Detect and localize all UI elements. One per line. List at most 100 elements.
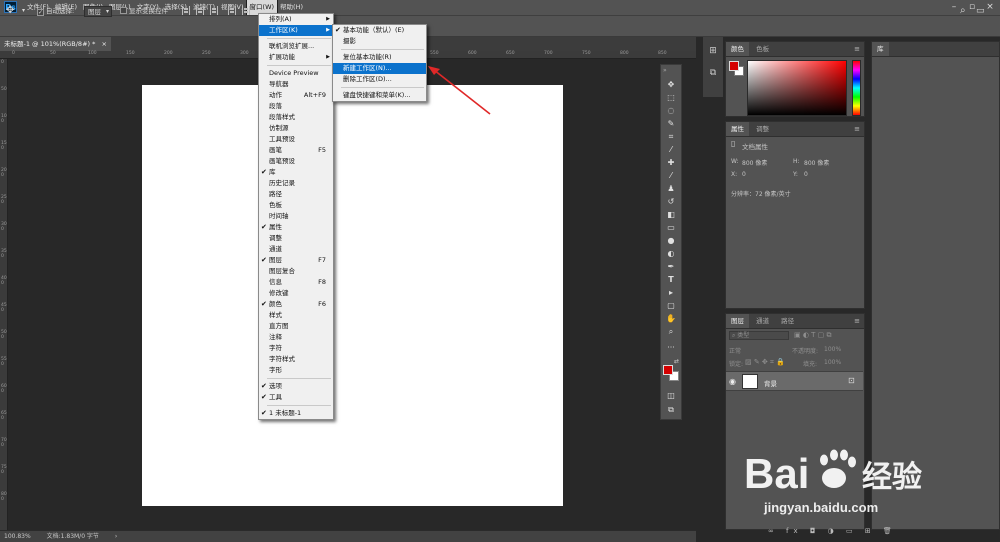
prop-w-value[interactable]: 800 像素 <box>742 158 767 167</box>
zoom-level[interactable]: 100.83% <box>4 533 31 540</box>
tab-swatches[interactable]: 色板 <box>751 42 774 56</box>
dropdown-menu-item[interactable]: 调整 <box>259 233 333 244</box>
dropdown-menu-item[interactable]: 仿制源 <box>259 123 333 134</box>
align-left-icon[interactable] <box>228 6 236 15</box>
prop-x-value[interactable]: 0 <box>742 171 746 178</box>
dropdown-menu-item[interactable]: 复位基本功能(R) <box>333 52 426 63</box>
dropdown-menu-item[interactable]: 扩展功能 ▶ <box>259 52 333 63</box>
hand-tool-icon[interactable]: ✋ <box>664 313 678 324</box>
quick-select-tool-icon[interactable]: ✎ <box>664 118 678 129</box>
crop-tool-icon[interactable]: ⌗ <box>664 131 678 142</box>
dropdown-menu-item[interactable]: 路径 <box>259 189 333 200</box>
panel-menu-icon[interactable]: ≡ <box>854 122 860 136</box>
dropdown-menu-item[interactable]: 段落 <box>259 101 333 112</box>
fill-value[interactable]: 100% <box>824 359 841 366</box>
opacity-value[interactable]: 100% <box>824 346 841 353</box>
dropdown-menu-item[interactable]: ✔ 选项 <box>259 381 333 392</box>
dropdown-menu-item[interactable]: 键盘快捷键和菜单(K)... <box>333 90 426 101</box>
align-bottom-icon[interactable] <box>210 6 218 15</box>
dropdown-menu-item[interactable]: 工作区(K) ▶ <box>259 25 333 36</box>
history-brush-tool-icon[interactable]: ↺ <box>664 196 678 207</box>
blur-tool-icon[interactable]: ● <box>664 235 678 246</box>
tab-color[interactable]: 颜色 <box>726 42 749 56</box>
tab-library[interactable]: 库 <box>872 42 889 56</box>
dropdown-menu-item[interactable]: 动作 Alt+F9 <box>259 90 333 101</box>
quick-mask-icon[interactable]: ◫ <box>664 390 678 401</box>
tab-layers[interactable]: 图层 <box>726 314 749 328</box>
dropdown-menu-item[interactable]: ✔ 1 未标题-1 <box>259 408 333 419</box>
layer-row[interactable]: ◉ 背景 ⊡ <box>726 371 863 391</box>
clone-stamp-tool-icon[interactable]: ♟ <box>664 183 678 194</box>
marquee-tool-icon[interactable]: ⬚ <box>664 92 678 103</box>
dropdown-menu-item[interactable]: 联机浏览扩展... <box>259 41 333 52</box>
dropdown-menu-item[interactable]: 段落样式 <box>259 112 333 123</box>
dropdown-menu-item[interactable]: ✔ 库 <box>259 167 333 178</box>
dropdown-menu-item[interactable]: 直方图 <box>259 321 333 332</box>
move-tool-icon[interactable]: ✥ <box>664 79 678 90</box>
lasso-tool-icon[interactable]: ◌ <box>664 105 678 116</box>
tab-paths[interactable]: 路径 <box>776 314 799 328</box>
type-tool-icon[interactable]: T <box>664 274 678 285</box>
history-panel-icon[interactable]: ⊞ <box>707 45 719 57</box>
document-tab[interactable]: 未标题-1 @ 101%(RGB/8#) * × <box>0 37 111 51</box>
lock-icons[interactable]: ▨ ✎ ✥ ⌗ 🔒 <box>745 358 785 367</box>
tab-adjustments[interactable]: 调整 <box>751 122 774 136</box>
dropdown-menu-item[interactable]: 画笔预设 <box>259 156 333 167</box>
pen-tool-icon[interactable]: ✒ <box>664 261 678 272</box>
dropdown-menu-item[interactable]: 注释 <box>259 332 333 343</box>
blend-mode-dropdown[interactable]: 正常 <box>729 346 741 355</box>
screen-mode-icon[interactable]: ⧉ <box>664 404 678 415</box>
tab-channels[interactable]: 通道 <box>751 314 774 328</box>
dropdown-menu-item[interactable]: 摄影 <box>333 36 426 47</box>
dodge-tool-icon[interactable]: ◐ <box>664 248 678 259</box>
dropdown-menu-item[interactable]: 色板 <box>259 200 333 211</box>
dropdown-menu-item[interactable]: 字符 <box>259 343 333 354</box>
panel-menu-icon[interactable]: ≡ <box>854 42 860 56</box>
color-fg-swatch[interactable] <box>729 61 739 71</box>
dropdown-menu-item[interactable]: 图层复合 <box>259 266 333 277</box>
dropdown-menu-item[interactable]: 历史记录 <box>259 178 333 189</box>
dropdown-menu-item[interactable]: ✔ 图层 F7 <box>259 255 333 266</box>
workspace-switcher-icon[interactable]: ▭ <box>976 0 985 22</box>
show-transform-checkbox[interactable]: 显示变换控件 <box>120 0 168 22</box>
dropdown-menu-item[interactable]: 字符样式 <box>259 354 333 365</box>
move-tool-icon[interactable]: ✥ <box>6 0 14 22</box>
dropdown-menu-item[interactable]: ✔ 工具 <box>259 392 333 403</box>
dropdown-menu-item[interactable]: ✔ 颜色 F6 <box>259 299 333 310</box>
layer-action-icons[interactable]: ∞ fx ◘ ◑ ▭ ⊞ 🗑 <box>768 527 897 535</box>
auto-select-checkbox[interactable]: ✓ 自动选择: <box>37 0 74 22</box>
tab-close-icon[interactable]: × <box>101 40 106 48</box>
layer-filter-icons[interactable]: ▣ ◐ T ▢ ⧉ <box>794 331 832 340</box>
eraser-tool-icon[interactable]: ◧ <box>664 209 678 220</box>
more-tools-icon[interactable]: ··· <box>664 342 678 353</box>
chevron-down-icon[interactable]: ▾ <box>22 0 25 22</box>
tools-collapse-icon[interactable]: » <box>663 67 667 74</box>
panel-menu-icon[interactable]: ≡ <box>854 314 860 328</box>
status-arrow-icon[interactable]: › <box>115 533 117 540</box>
dropdown-menu-item[interactable]: Device Preview <box>259 68 333 79</box>
layer-filter-dropdown[interactable]: ⌕ 类型 <box>729 331 789 340</box>
color-hue-slider[interactable] <box>852 60 861 116</box>
dropdown-menu-item[interactable]: 排列(A) ▶ <box>259 14 333 25</box>
auto-select-dropdown[interactable]: 图层 <box>84 0 112 22</box>
search-icon[interactable]: ⌕ <box>960 0 966 22</box>
dropdown-menu-item[interactable]: 画笔 F5 <box>259 145 333 156</box>
brush-tool-icon[interactable]: ⁄ <box>664 170 678 181</box>
healing-brush-tool-icon[interactable]: ✚ <box>664 157 678 168</box>
dropdown-menu-item[interactable]: 删除工作区(D)... <box>333 74 426 85</box>
dropdown-menu-item[interactable]: 字形 <box>259 365 333 376</box>
properties-panel-icon[interactable]: ⧉ <box>707 67 719 79</box>
zoom-tool-icon[interactable]: ⌕ <box>664 326 678 337</box>
dropdown-menu-item[interactable]: 信息 F8 <box>259 277 333 288</box>
document-canvas[interactable] <box>142 85 563 506</box>
dropdown-menu-item[interactable]: 修改键 <box>259 288 333 299</box>
align-top-icon[interactable] <box>182 6 190 15</box>
dropdown-menu-item[interactable]: 通道 <box>259 244 333 255</box>
dropdown-menu-item[interactable]: 新建工作区(N)... <box>333 63 426 74</box>
eyedropper-tool-icon[interactable]: ⁄ <box>664 144 678 155</box>
prop-h-value[interactable]: 800 像素 <box>804 158 829 167</box>
dropdown-menu-item[interactable]: ✔ 属性 <box>259 222 333 233</box>
path-selection-tool-icon[interactable]: ▸ <box>664 287 678 298</box>
prop-y-value[interactable]: 0 <box>804 171 808 178</box>
align-hcenter-icon[interactable] <box>242 6 250 15</box>
